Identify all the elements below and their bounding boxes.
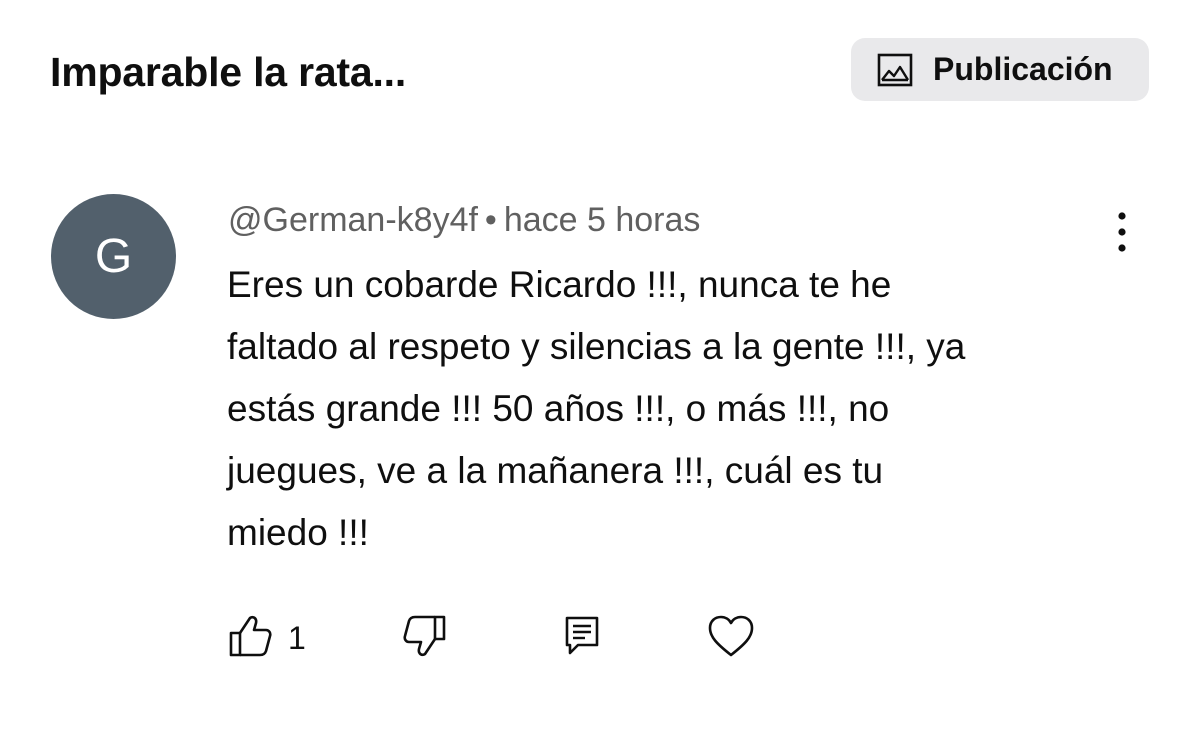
- publication-button[interactable]: Publicación: [851, 38, 1149, 101]
- like-count: 1: [288, 619, 306, 656]
- avatar-letter: G: [94, 230, 133, 283]
- comment-author[interactable]: @German-k8y4f: [228, 201, 478, 239]
- comment-meta: @German-k8y4f • hace 5 horas: [228, 198, 700, 242]
- more-vert-icon: [1116, 210, 1128, 259]
- post-title: Imparable la rata...: [50, 49, 407, 95]
- comment-timestamp[interactable]: hace 5 horas: [504, 201, 701, 239]
- post-header: Imparable la rata... Publicación: [0, 0, 1199, 140]
- meta-separator: •: [484, 201, 497, 239]
- comment-actions: 1: [0, 606, 1199, 670]
- reply-comment-icon: [564, 615, 600, 662]
- publication-button-label: Publicación: [933, 51, 1113, 87]
- heart-button[interactable]: [707, 606, 755, 670]
- reply-button[interactable]: [564, 606, 600, 670]
- dislike-button[interactable]: [401, 606, 447, 670]
- thumbs-up-icon: [228, 614, 274, 663]
- comment-text: Eres un cobarde Ricardo !!!, nunca te he…: [227, 264, 966, 553]
- like-button[interactable]: 1: [228, 606, 306, 670]
- thumbs-down-icon: [401, 614, 447, 663]
- heart-icon: [707, 614, 755, 663]
- image-icon: [877, 53, 913, 87]
- avatar[interactable]: G: [51, 194, 176, 319]
